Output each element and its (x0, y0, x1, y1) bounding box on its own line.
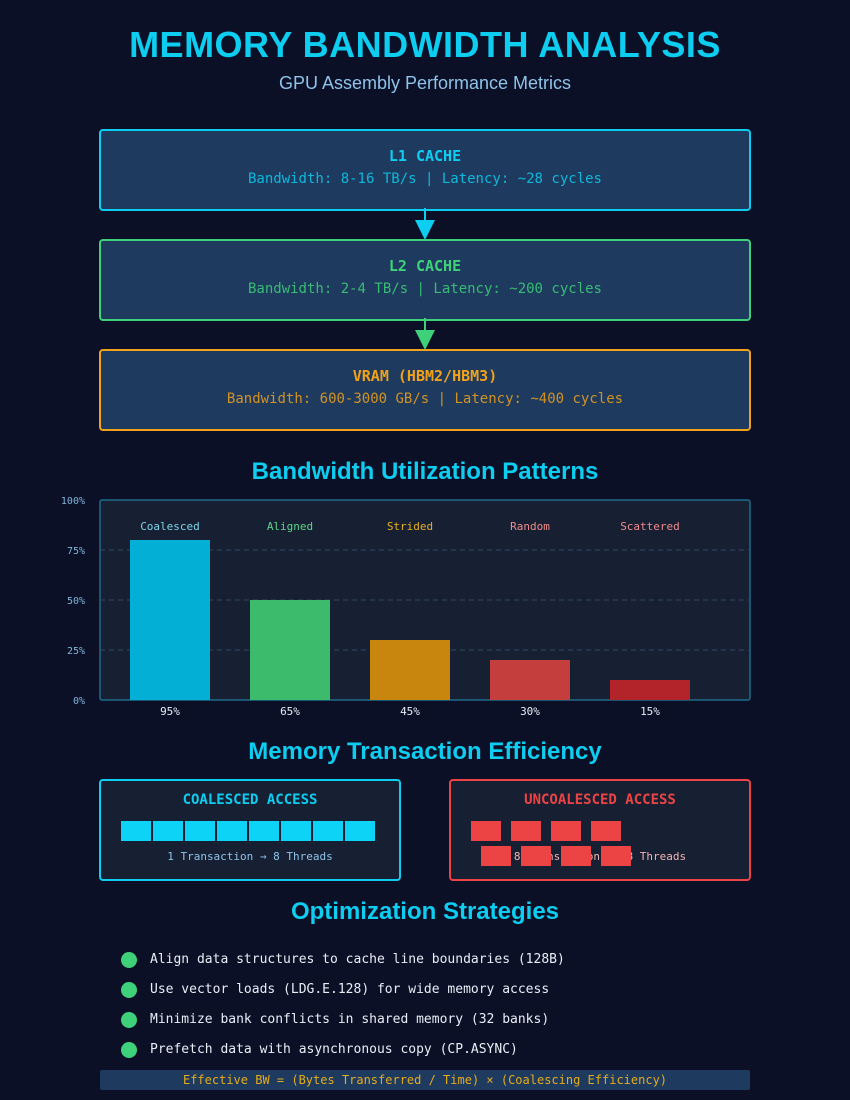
bar-strided (370, 640, 450, 700)
page-subtitle: GPU Assembly Performance Metrics (278, 73, 572, 93)
bullet-icon (121, 1042, 137, 1058)
tier-l2-cache: L2 CACHE Bandwidth: 2-4 TB/s | Latency: … (99, 239, 751, 321)
memory-cell (521, 846, 551, 866)
y-tick-label: 0% (73, 696, 85, 707)
memory-cell (121, 821, 151, 841)
bar-coalesced (130, 540, 210, 700)
memory-cell (153, 821, 183, 841)
bar-aligned (250, 600, 330, 700)
strategy-text: Align data structures to cache line boun… (150, 952, 565, 967)
tier-l1-cache: L1 CACHE Bandwidth: 8-16 TB/s | Latency:… (99, 129, 751, 211)
value-label: 30% (520, 705, 540, 718)
strategy-text: Minimize bank conflicts in shared memory… (150, 1012, 550, 1027)
memory-cell (471, 821, 501, 841)
effective-bandwidth-formula: Effective BW = (Bytes Transferred / Time… (100, 1070, 750, 1090)
memory-cell (551, 821, 581, 841)
utilization-heading: Bandwidth Utilization Patterns (251, 458, 599, 485)
category-label: Aligned (267, 520, 313, 533)
bullet-icon (121, 982, 137, 998)
category-label: Coalesced (140, 520, 200, 533)
memory-cell (601, 846, 631, 866)
bar-random (490, 660, 570, 700)
tier-name: VRAM (HBM2/HBM3) (352, 367, 498, 385)
panel-caption: 1 Transaction → 8 Threads (167, 850, 333, 863)
utilization-chart: 100% 75% 50% 25% 0% Coalesced 95% Aligned 65% Str… (61, 496, 751, 718)
tier-description: Bandwidth: 600-3000 GB/s | Latency: ~400… (226, 391, 624, 407)
category-label: Scattered (620, 520, 680, 533)
memory-cell (481, 846, 511, 866)
page-title: MEMORY BANDWIDTH ANALYSIS (129, 24, 721, 65)
category-label: Strided (387, 520, 433, 533)
bullet-icon (121, 952, 137, 968)
bullet-icon (121, 1012, 137, 1028)
memory-cell (345, 821, 375, 841)
memory-cell (313, 821, 343, 841)
category-label: Random (510, 520, 550, 533)
y-tick-label: 75% (67, 546, 85, 557)
value-label: 95% (160, 705, 180, 718)
y-tick-label: 25% (67, 646, 85, 657)
y-tick-label: 100% (61, 496, 85, 507)
arrow-down-icon (415, 318, 435, 350)
tier-description: Bandwidth: 2-4 TB/s | Latency: ~200 cycl… (247, 281, 602, 297)
panel-title: COALESCED ACCESS (182, 792, 318, 808)
tier-description: Bandwidth: 8-16 TB/s | Latency: ~28 cycl… (247, 171, 602, 187)
memory-cell (591, 821, 621, 841)
arrow-down-icon (415, 208, 435, 240)
strategies-heading: Optimization Strategies (290, 898, 560, 925)
transactions-heading: Memory Transaction Efficiency (248, 738, 602, 765)
value-label: 45% (400, 705, 420, 718)
memory-cell (281, 821, 311, 841)
panel-title: UNCOALESCED ACCESS (524, 792, 676, 808)
strategy-text: Prefetch data with asynchronous copy (CP… (150, 1042, 518, 1057)
y-tick-label: 50% (67, 596, 85, 607)
tier-vram: VRAM (HBM2/HBM3) Bandwidth: 600-3000 GB/… (99, 349, 751, 431)
memory-cell (185, 821, 215, 841)
coalesced-access-panel: COALESCED ACCESS 1 Transaction → 8 Threa… (99, 779, 401, 881)
memory-cell (561, 846, 591, 866)
tier-name: L2 CACHE (388, 257, 462, 275)
tier-name: L1 CACHE (388, 147, 462, 165)
strategy-text: Use vector loads (LDG.E.128) for wide me… (150, 982, 550, 997)
value-label: 65% (280, 705, 300, 718)
memory-cell (217, 821, 247, 841)
bar-scattered (610, 680, 690, 700)
value-label: 15% (640, 705, 660, 718)
memory-cell (511, 821, 541, 841)
uncoalesced-access-panel: UNCOALESCED ACCESS 8 Transactions → 8 Th… (449, 779, 751, 881)
memory-cell (249, 821, 279, 841)
